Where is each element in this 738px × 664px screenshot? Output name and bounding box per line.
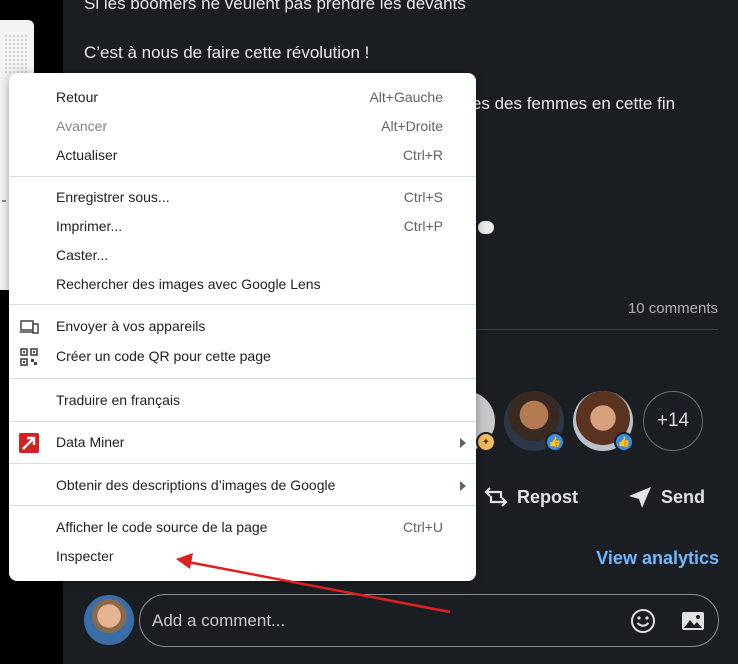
menu-item-label: Afficher le code source de la page (56, 519, 268, 535)
menu-separator (9, 378, 476, 379)
comments-count-link[interactable]: 10 comments (628, 300, 718, 317)
menu-item-label: Actualiser (56, 147, 118, 163)
submenu-arrow-icon (460, 481, 466, 491)
send-button[interactable]: Send (627, 484, 705, 510)
emoji-icon[interactable] (630, 608, 656, 634)
menu-item-reload[interactable]: Actualiser Ctrl+R (9, 142, 476, 171)
menu-item-shortcut: Ctrl+S (403, 189, 443, 205)
insightful-reaction-icon: ✦ (476, 432, 496, 452)
menu-item-back[interactable]: Retour Alt+Gauche (9, 84, 476, 113)
post-text-line: aires des femmes en cette fin (453, 94, 676, 113)
left-card-pattern (4, 34, 28, 74)
like-reaction-icon: 👍 (614, 432, 634, 452)
menu-item-save-as[interactable]: Enregistrer sous... Ctrl+S (9, 184, 476, 213)
comment-input[interactable] (152, 607, 592, 635)
menu-item-label: Data Miner (56, 434, 125, 450)
repost-button[interactable]: Repost (483, 484, 578, 510)
post-text-line: C’est à nous de faire cette révolution ! (84, 43, 370, 62)
menu-item-label: Imprimer... (56, 218, 123, 234)
send-label: Send (661, 486, 706, 507)
menu-separator (9, 304, 476, 305)
menu-item-label: Inspecter (56, 548, 114, 564)
qr-code-icon (20, 348, 38, 366)
menu-item-print[interactable]: Imprimer... Ctrl+P (9, 213, 476, 242)
menu-item-label: Enregistrer sous... (56, 189, 170, 205)
menu-item-label: Rechercher des images avec Google Lens (56, 276, 321, 292)
data-miner-icon (19, 433, 39, 453)
menu-separator (9, 421, 476, 422)
view-analytics-link[interactable]: View analytics (596, 548, 719, 569)
menu-item-view-source[interactable]: Afficher le code source de la page Ctrl+… (9, 514, 476, 543)
context-menu: Retour Alt+Gauche Avancer Alt+Droite Act… (9, 73, 476, 581)
menu-item-label: Avancer (56, 118, 108, 134)
menu-item-label: Traduire en français (56, 392, 180, 408)
menu-item-label: Créer un code QR pour cette page (56, 348, 271, 364)
menu-item-shortcut: Ctrl+P (403, 218, 443, 234)
speech-bubble-icon (477, 221, 494, 234)
menu-item-label: Retour (56, 89, 99, 105)
left-panel-marker (2, 200, 6, 202)
more-reactors-button[interactable]: +14 (643, 391, 703, 451)
menu-item-qr-code[interactable]: Créer un code QR pour cette page (9, 343, 476, 372)
divider (473, 329, 718, 330)
menu-item-google-lens[interactable]: Rechercher des images avec Google Lens (9, 271, 476, 300)
repost-label: Repost (517, 486, 579, 507)
menu-item-label: Caster... (56, 247, 109, 263)
menu-item-image-descriptions[interactable]: Obtenir des descriptions d’images de Goo… (9, 472, 476, 501)
menu-separator (9, 176, 476, 177)
menu-item-shortcut: Alt+Gauche (369, 89, 443, 105)
menu-item-forward[interactable]: Avancer Alt+Droite (9, 113, 476, 142)
devices-icon (19, 320, 39, 334)
menu-item-data-miner[interactable]: Data Miner (9, 429, 476, 458)
menu-item-shortcut: Alt+Droite (381, 118, 443, 134)
send-icon (629, 487, 651, 508)
menu-item-label: Obtenir des descriptions d’images de Goo… (56, 477, 336, 493)
post-text-line: Si les boomers ne veulent pas prendre le… (84, 0, 466, 13)
current-user-avatar (84, 595, 134, 645)
menu-separator (9, 463, 476, 464)
menu-item-translate[interactable]: Traduire en français (9, 387, 476, 416)
like-reaction-icon: 👍 (545, 432, 565, 452)
menu-separator (9, 505, 476, 506)
menu-item-shortcut: Ctrl+R (402, 147, 443, 163)
menu-item-shortcut: Ctrl+U (402, 519, 443, 535)
menu-item-send-to-devices[interactable]: Envoyer à vos appareils (9, 313, 476, 342)
menu-item-inspect[interactable]: Inspecter (9, 543, 476, 572)
menu-item-cast[interactable]: Caster... (9, 242, 476, 271)
menu-item-label: Envoyer à vos appareils (56, 318, 206, 334)
image-icon[interactable] (680, 608, 706, 634)
comment-box[interactable] (139, 594, 719, 647)
submenu-arrow-icon (460, 438, 466, 448)
repost-icon (484, 487, 508, 507)
